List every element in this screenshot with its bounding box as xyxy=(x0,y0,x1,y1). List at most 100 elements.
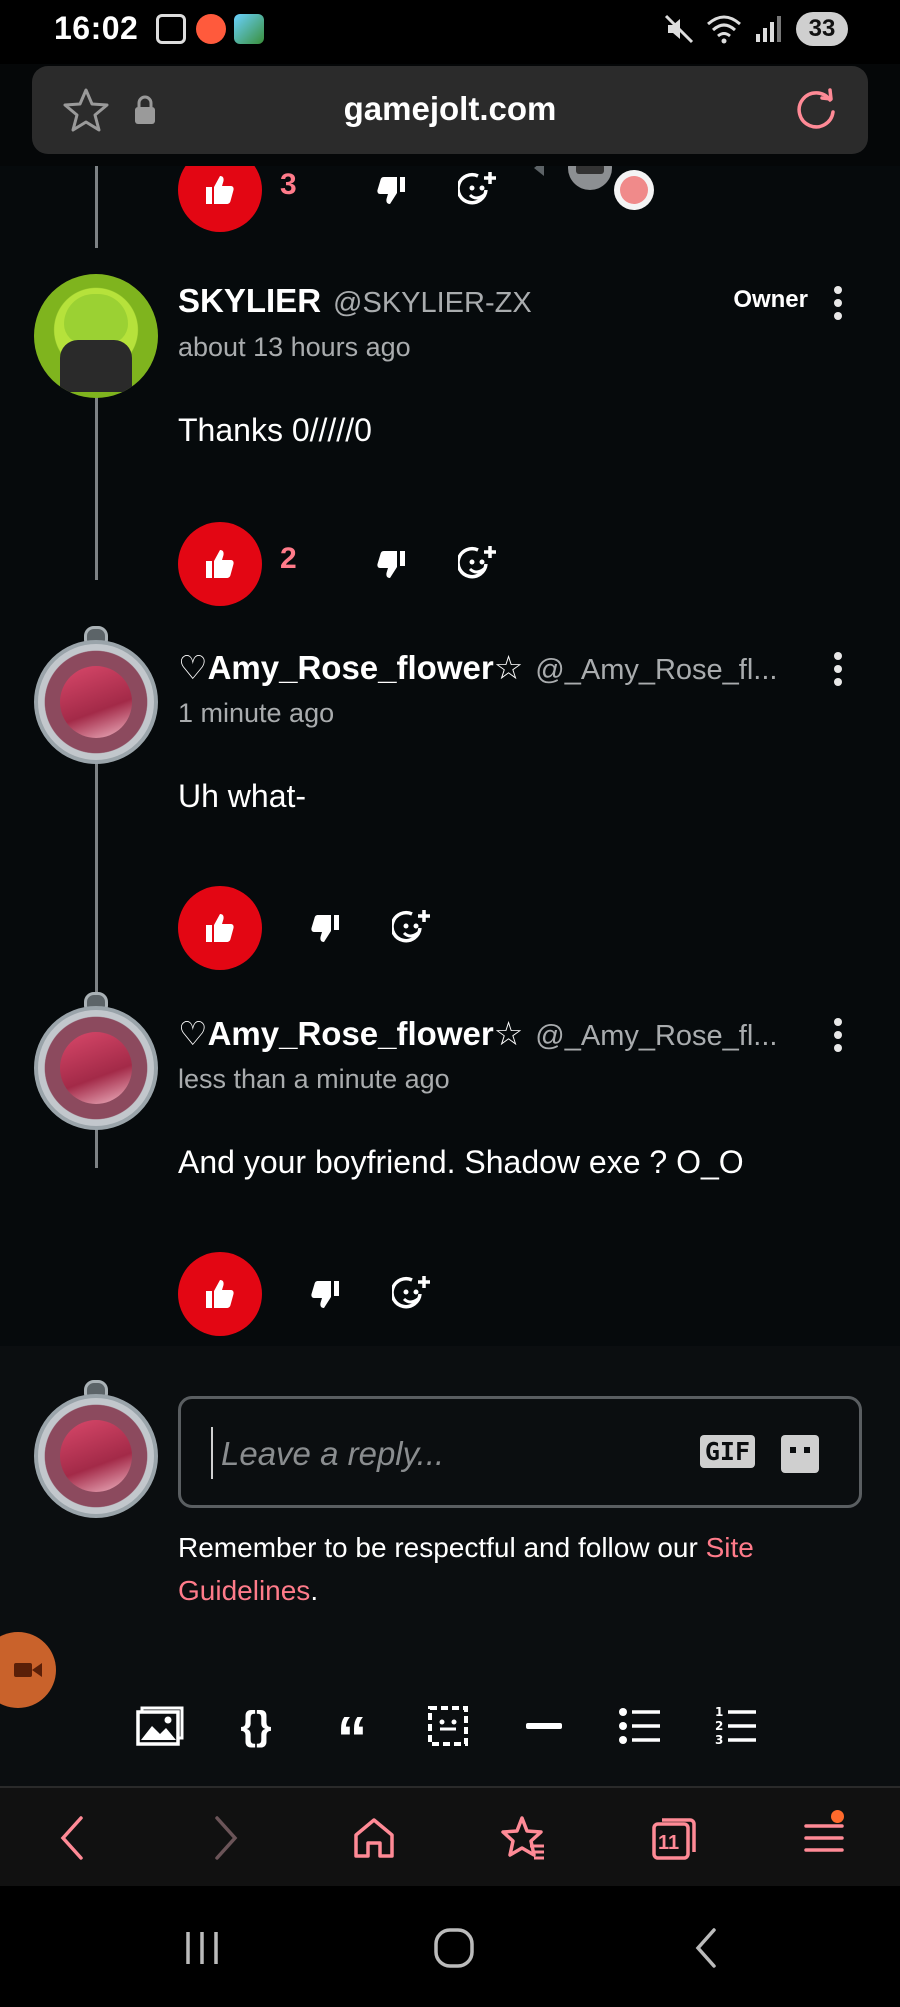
svg-text:3: 3 xyxy=(715,1733,723,1747)
horizontal-rule-button[interactable] xyxy=(514,1694,574,1758)
image-icon xyxy=(136,1706,184,1746)
add-reaction-icon xyxy=(392,910,430,943)
comment-actions: 2 xyxy=(178,522,678,606)
thumbs-up-icon xyxy=(206,176,234,204)
avatar[interactable] xyxy=(34,274,158,398)
back-chevron-icon xyxy=(695,1928,716,1968)
add-reaction-button[interactable] xyxy=(454,166,502,214)
avatar[interactable] xyxy=(34,640,158,764)
bullet-list-button[interactable] xyxy=(610,1694,670,1758)
avatar[interactable] xyxy=(34,1006,158,1130)
numbered-list-button[interactable]: 123 xyxy=(706,1694,766,1758)
bookmarks-button[interactable] xyxy=(494,1808,554,1868)
add-reaction-button[interactable] xyxy=(454,540,502,588)
dislike-button[interactable] xyxy=(366,540,414,588)
sticker-icon[interactable] xyxy=(781,1435,819,1473)
thumbs-down-icon xyxy=(311,1281,339,1308)
like-button[interactable] xyxy=(178,166,262,232)
forward-button[interactable] xyxy=(196,1808,256,1868)
back-button[interactable] xyxy=(42,1808,102,1868)
url-text[interactable]: gamejolt.com xyxy=(32,90,868,128)
like-button[interactable] xyxy=(178,1252,262,1336)
thumbs-down-icon xyxy=(377,551,405,578)
status-bar: 16:02 33 xyxy=(0,0,900,64)
home-button[interactable] xyxy=(344,1808,404,1868)
reactions-preview[interactable] xyxy=(534,166,664,226)
reply-input[interactable]: Leave a reply... GIF xyxy=(178,1396,862,1508)
add-reaction-button[interactable] xyxy=(388,904,436,952)
formatting-toolbar: {} “ 123 xyxy=(120,1694,820,1774)
svg-text:1: 1 xyxy=(715,1705,723,1719)
wifi-icon xyxy=(707,15,741,44)
more-options-icon[interactable] xyxy=(828,286,848,320)
dislike-button[interactable] xyxy=(300,904,348,952)
guidelines-notice: Remember to be respectful and follow our… xyxy=(178,1526,858,1612)
screen-recorder-button[interactable] xyxy=(0,1632,56,1708)
spoiler-icon xyxy=(428,1706,468,1746)
code-block-button[interactable]: {} xyxy=(226,1694,286,1758)
reload-icon[interactable] xyxy=(792,86,840,134)
guidelines-end: . xyxy=(310,1575,319,1606)
current-user-avatar[interactable] xyxy=(34,1394,158,1518)
app-icon xyxy=(234,14,264,44)
add-reaction-icon xyxy=(392,1276,430,1309)
video-camera-icon xyxy=(14,1663,42,1677)
thumbs-up-icon xyxy=(206,1280,234,1308)
thumbs-up-icon xyxy=(206,550,234,578)
add-reaction-button[interactable] xyxy=(388,1270,436,1318)
thumbs-down-icon xyxy=(377,177,405,204)
tabs-button[interactable]: 11 xyxy=(644,1808,704,1868)
comment-author-name[interactable]: ♡Amy_Rose_flower☆ xyxy=(178,648,523,687)
comment-actions xyxy=(178,886,678,970)
reply-section: Leave a reply... GIF Remember to be resp… xyxy=(0,1346,900,1786)
gif-button[interactable]: GIF xyxy=(699,1435,755,1468)
system-navigation-bar xyxy=(0,1886,900,2007)
add-reaction-icon xyxy=(458,546,496,579)
bullet-list-icon xyxy=(619,1708,660,1744)
mute-icon xyxy=(664,14,694,44)
comment-timestamp[interactable]: 1 minute ago xyxy=(178,698,334,729)
recent-apps-button[interactable] xyxy=(172,1926,232,1970)
bookmarks-star-icon xyxy=(501,1816,544,1860)
browser-bottom-nav: 11 xyxy=(0,1786,900,1886)
like-button[interactable] xyxy=(178,522,262,606)
notification-dot xyxy=(831,1810,844,1823)
add-reaction-icon xyxy=(458,172,496,205)
recorder-icon xyxy=(196,14,226,44)
url-bar[interactable]: gamejolt.com xyxy=(32,66,868,154)
dislike-button[interactable] xyxy=(300,1270,348,1318)
spoiler-button[interactable] xyxy=(418,1694,478,1758)
recent-apps-icon xyxy=(186,1932,218,1964)
comment-body: Thanks 0/////0 xyxy=(178,412,372,448)
back-system-button[interactable] xyxy=(676,1926,736,1970)
hamburger-menu-icon xyxy=(804,1824,844,1852)
quote-button[interactable]: “ xyxy=(322,1694,382,1774)
more-options-icon[interactable] xyxy=(828,652,848,686)
comment-actions xyxy=(178,1252,678,1336)
comment-timestamp[interactable]: about 13 hours ago xyxy=(178,332,411,363)
menu-button[interactable] xyxy=(794,1808,854,1868)
comment-author-handle[interactable]: @_Amy_Rose_fl... xyxy=(535,654,777,687)
owner-badge: Owner xyxy=(733,286,808,313)
horizontal-rule-icon xyxy=(526,1723,562,1729)
comments-thread: 3 SKYLIER @SKYLIER-ZX Owner about 13 hou… xyxy=(0,166,900,1346)
comment-author-name[interactable]: SKYLIER xyxy=(178,282,321,320)
signal-icon xyxy=(756,16,781,42)
guidelines-text: Remember to be respectful and follow our xyxy=(178,1532,706,1563)
like-button[interactable] xyxy=(178,886,262,970)
comment-timestamp[interactable]: less than a minute ago xyxy=(178,1064,450,1095)
home-circle-icon xyxy=(434,1928,474,1968)
comment-author-name[interactable]: ♡Amy_Rose_flower☆ xyxy=(178,1014,523,1053)
comment-actions: 3 xyxy=(178,166,678,232)
like-count: 3 xyxy=(280,168,297,201)
comment-author-handle[interactable]: @SKYLIER-ZX xyxy=(333,287,532,320)
comment-body: Uh what- xyxy=(178,778,307,814)
insert-image-button[interactable] xyxy=(130,1694,190,1758)
reply-placeholder: Leave a reply... xyxy=(221,1435,445,1472)
more-options-icon[interactable] xyxy=(828,1018,848,1052)
home-system-button[interactable] xyxy=(424,1926,484,1970)
like-count: 2 xyxy=(280,542,297,575)
dislike-button[interactable] xyxy=(366,166,414,214)
comment-author-handle[interactable]: @_Amy_Rose_fl... xyxy=(535,1020,777,1053)
chevron-right-icon xyxy=(215,1816,238,1860)
